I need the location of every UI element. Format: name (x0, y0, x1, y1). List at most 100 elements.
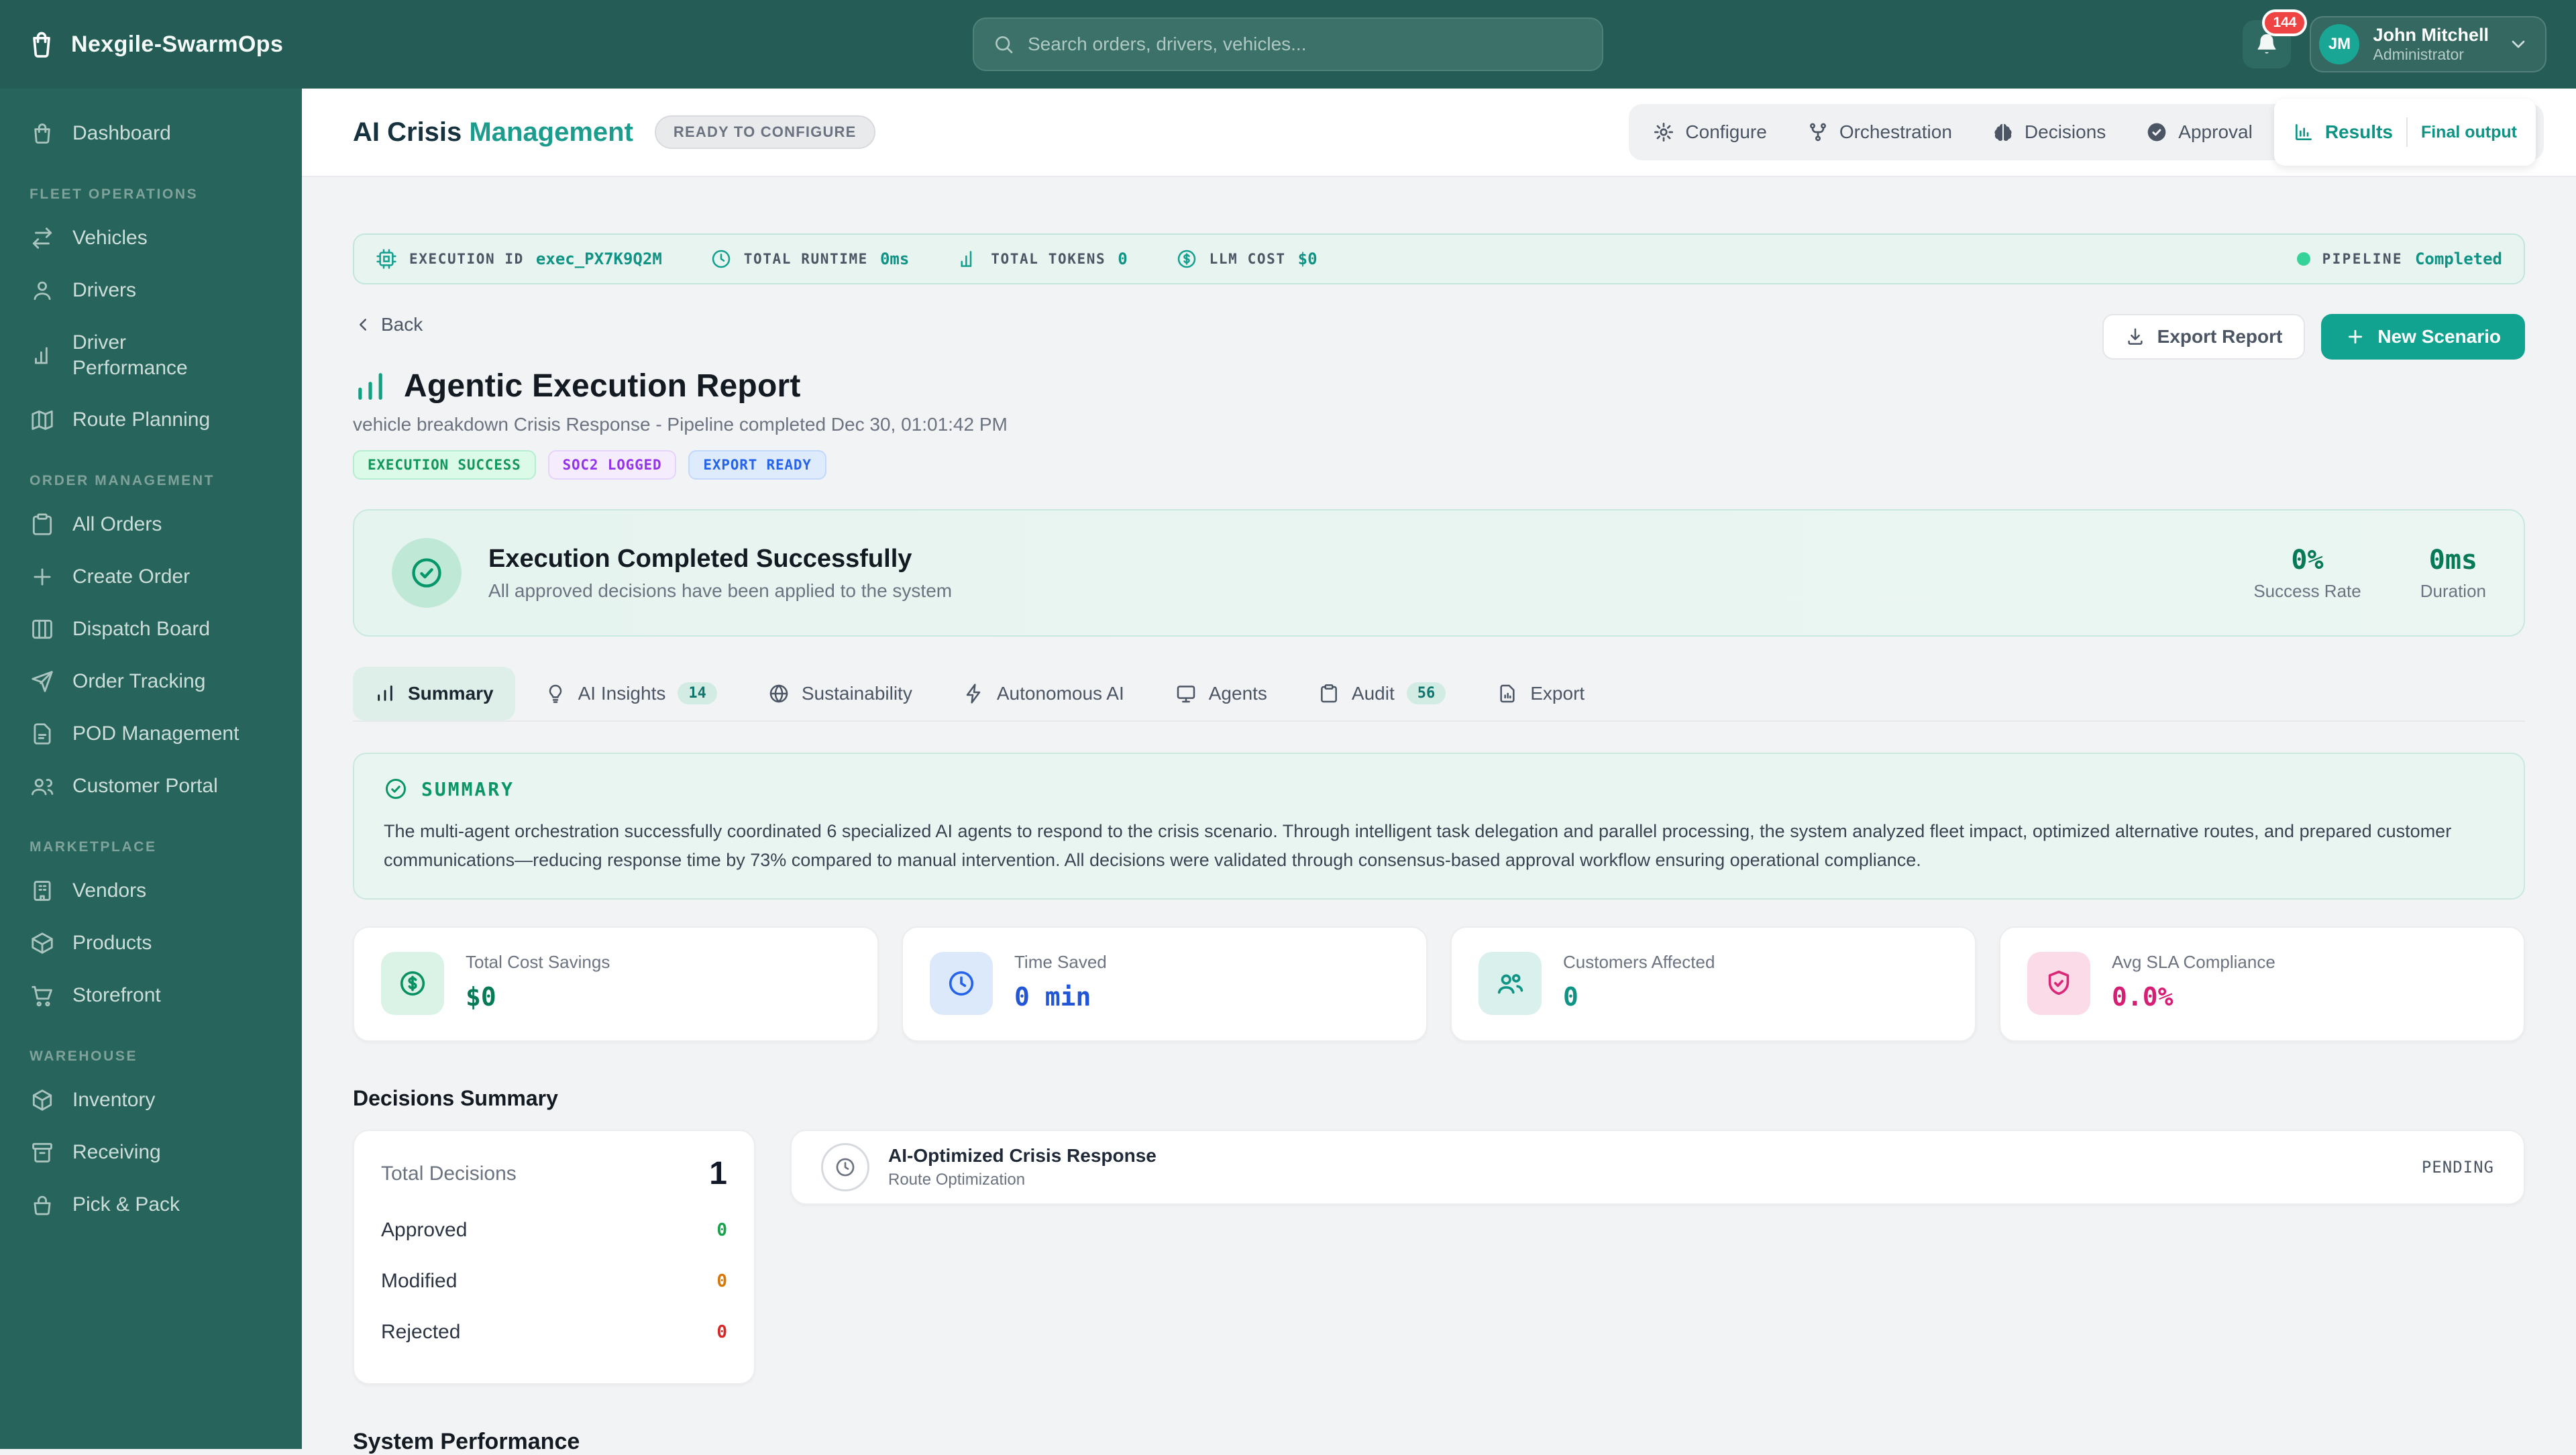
clock-icon (930, 952, 993, 1015)
sidebar-section-marketplace: MARKETPLACE (30, 839, 272, 855)
bar-chart-icon (30, 343, 55, 368)
archive-icon (30, 1140, 55, 1165)
sidebar-item-all-orders[interactable]: All Orders (16, 498, 286, 551)
monitor-icon (1175, 683, 1197, 704)
status-dot (2297, 252, 2310, 266)
step-results-active[interactable]: Results Final output (2274, 99, 2536, 166)
step-configure[interactable]: Configure (1634, 121, 1785, 143)
sidebar-item-inventory[interactable]: Inventory (16, 1074, 286, 1126)
decisions-totals-card: Total Decisions 1 Approved 0 Modified 0 … (353, 1130, 755, 1385)
tab-audit[interactable]: Audit 56 (1297, 666, 1467, 720)
notifications-button[interactable]: 144 (2243, 20, 2291, 68)
shopping-cart-icon (30, 983, 55, 1008)
clipboard-icon (30, 512, 55, 537)
page-title: AI Crisis Management (353, 117, 633, 148)
bag-icon (30, 121, 55, 146)
sidebar-item-dispatch-board[interactable]: Dispatch Board (16, 603, 286, 655)
badge-soc2-logged: SOC2 LOGGED (548, 450, 677, 480)
modified-row: Modified 0 (381, 1270, 727, 1293)
search-input[interactable] (1028, 34, 1583, 55)
global-search[interactable] (973, 17, 1603, 71)
banner-title: Execution Completed Successfully (488, 545, 952, 574)
report-tabs: Summary AI Insights 14 Sustainability Au… (353, 666, 2525, 722)
status-badge: READY TO CONFIGURE (655, 115, 875, 149)
lightbulb-icon (545, 683, 566, 704)
check-circle-icon (2146, 121, 2167, 143)
columns-icon (30, 616, 55, 642)
user-role: Administrator (2373, 46, 2489, 63)
sidebar-item-dashboard[interactable]: Dashboard (16, 107, 286, 160)
approved-row: Approved 0 (381, 1219, 727, 1242)
tab-autonomous-ai[interactable]: Autonomous AI (942, 667, 1146, 720)
chevron-down-icon (2508, 34, 2529, 55)
banner-subtitle: All approved decisions have been applied… (488, 580, 952, 602)
success-banner: Execution Completed Successfully All app… (353, 509, 2525, 637)
step-approval[interactable]: Approval (2127, 121, 2271, 143)
back-link[interactable]: Back (353, 314, 423, 335)
report-title: Agentic Execution Report (404, 368, 801, 405)
total-runtime: TOTAL RUNTIME 0ms (710, 248, 910, 270)
total-decisions-value: 1 (709, 1155, 727, 1192)
brand-name: Nexgile-SwarmOps (71, 32, 283, 58)
dollar-circle-icon (381, 952, 444, 1015)
export-report-button[interactable]: Export Report (2102, 314, 2306, 360)
globe-icon (768, 683, 790, 704)
execution-id: EXECUTION ID exec_PX7K9Q2M (376, 248, 662, 270)
sidebar-item-vendors[interactable]: Vendors (16, 865, 286, 917)
sidebar-item-route-planning[interactable]: Route Planning (16, 394, 286, 446)
sidebar-item-storefront[interactable]: Storefront (16, 969, 286, 1022)
tab-export[interactable]: Export (1475, 667, 1606, 720)
sidebar-item-receiving[interactable]: Receiving (16, 1126, 286, 1179)
brain-icon (1992, 121, 2014, 143)
clock-icon (821, 1143, 869, 1191)
tab-summary[interactable]: Summary (353, 667, 515, 720)
notification-count-badge: 144 (2262, 9, 2307, 36)
cpu-icon (376, 248, 397, 270)
sidebar-section-orders: ORDER MANAGEMENT (30, 473, 272, 489)
tab-sustainability[interactable]: Sustainability (747, 667, 934, 720)
divider (2406, 117, 2408, 147)
tab-badge: 14 (678, 682, 717, 704)
gear-icon (1653, 121, 1674, 143)
plus-icon (2345, 327, 2365, 347)
tab-badge: 56 (1407, 682, 1446, 704)
sidebar-item-driver-performance[interactable]: Driver Performance (16, 317, 286, 394)
decision-list-item[interactable]: AI-Optimized Crisis Response Route Optim… (790, 1130, 2525, 1205)
summary-panel: SUMMARY The multi-agent orchestration su… (353, 753, 2525, 900)
pipeline-steps: Configure Orchestration Decisions Approv… (1629, 104, 2544, 160)
brand[interactable]: Nexgile-SwarmOps (0, 30, 302, 59)
user-menu[interactable]: JM John Mitchell Administrator (2310, 16, 2546, 72)
transfer-arrows-icon (30, 225, 55, 251)
decision-subtitle: Route Optimization (888, 1171, 1157, 1189)
plus-icon (30, 564, 55, 590)
sidebar-item-customer-portal[interactable]: Customer Portal (16, 760, 286, 812)
clock-icon (710, 248, 732, 270)
sidebar-item-pod-management[interactable]: POD Management (16, 708, 286, 760)
sidebar-item-vehicles[interactable]: Vehicles (16, 212, 286, 264)
sidebar-item-products[interactable]: Products (16, 917, 286, 969)
sidebar-item-order-tracking[interactable]: Order Tracking (16, 655, 286, 708)
check-circle-icon (384, 777, 408, 801)
search-icon (993, 34, 1014, 55)
users-icon (30, 773, 55, 799)
pipeline-status: PIPELINE Completed (2297, 250, 2502, 268)
zap-icon (963, 683, 985, 704)
file-chart-icon (1497, 683, 1518, 704)
metric-time-saved: Time Saved 0 min (902, 926, 1428, 1042)
sidebar-item-drivers[interactable]: Drivers (16, 264, 286, 317)
rejected-row: Rejected 0 (381, 1321, 727, 1344)
sidebar-item-create-order[interactable]: Create Order (16, 551, 286, 603)
basket-icon (30, 1192, 55, 1218)
user-icon (30, 278, 55, 303)
tab-agents[interactable]: Agents (1154, 667, 1289, 720)
sidebar-item-pick-pack[interactable]: Pick & Pack (16, 1179, 286, 1231)
tab-ai-insights[interactable]: AI Insights 14 (523, 666, 739, 720)
step-orchestration[interactable]: Orchestration (1788, 121, 1971, 143)
bar-chart-icon (374, 683, 396, 704)
final-output-label: Final output (2421, 123, 2517, 142)
step-decisions[interactable]: Decisions (1974, 121, 2125, 143)
bar-chart-icon (957, 248, 979, 270)
shield-check-icon (2027, 952, 2090, 1015)
new-scenario-button[interactable]: New Scenario (2321, 314, 2525, 360)
workflow-icon (1807, 121, 1829, 143)
